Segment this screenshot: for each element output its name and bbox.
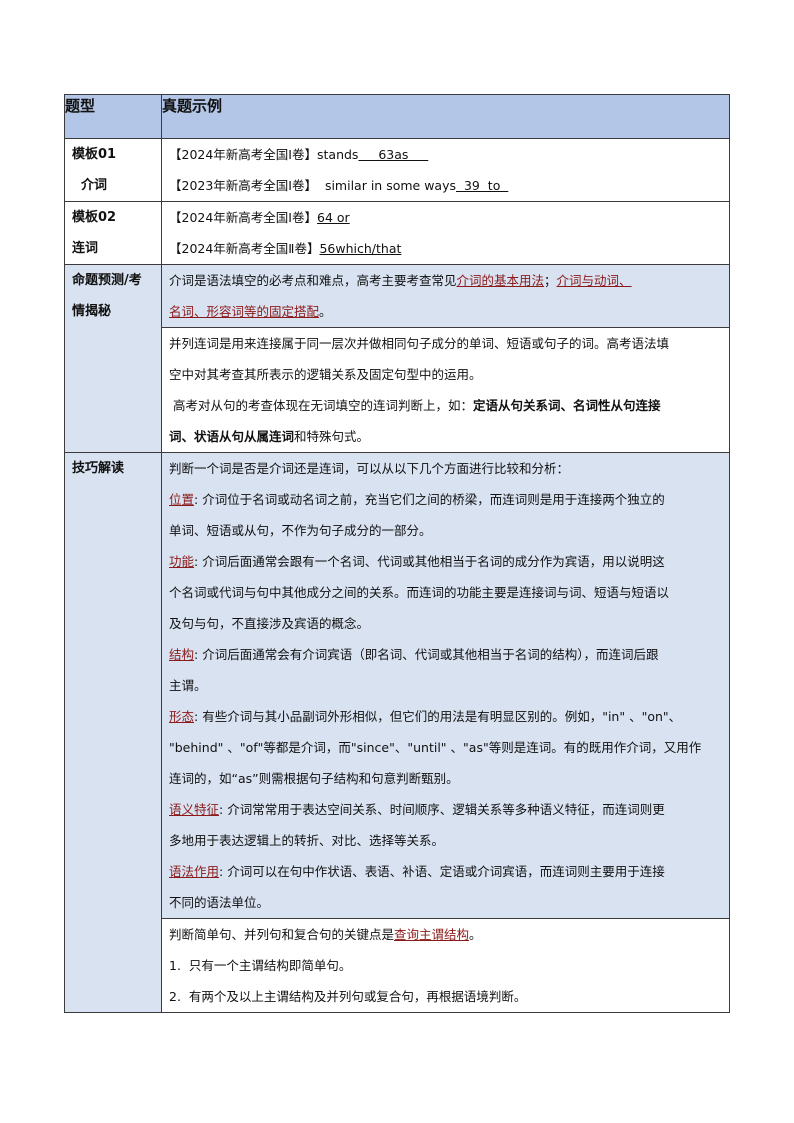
- row6-line-3: 2. 有两个及以上主谓结构及并列句或复合句，再根据语境判断。: [169, 989, 527, 1004]
- row-template-02: 模板02 连词 【2024年新高考全国Ⅰ卷】64 or 【2024年新高考全国Ⅱ…: [64, 201, 730, 265]
- row5-label: 技巧解读: [72, 461, 125, 476]
- row5-morphology-2: "behind" 、"of"等都是介词，而"since"、"until" 、"a…: [169, 740, 702, 755]
- row2-example-2: 【2024年新高考全国Ⅱ卷】56which/that: [169, 241, 402, 256]
- row5-content-cell: 判断一个词是否是介词还是连词，可以从以下几个方面进行比较和分析： 位置: 介词位…: [161, 452, 730, 919]
- row4-content-cell: 并列连词是用来连接属于同一层次并做相同句子成分的单词、短语或句子的词。高考语法填…: [161, 327, 730, 453]
- row3-key-2b: 名词、形容词等的固定搭配: [169, 304, 320, 319]
- row5-structure-1: 结构: 介词后面通常会有介词宾语（即名词、代词或其他相当于名词的结构），而连词后…: [169, 647, 659, 662]
- row4-line-4: 词、状语从句从属连词和特殊句式。: [169, 429, 370, 444]
- row5-position-2: 单词、短语或从句，不作为句子成分的一部分。: [169, 523, 432, 538]
- row3-key-1: 介词的基本用法: [456, 273, 545, 288]
- row5-label-cell: 技巧解读: [64, 452, 162, 1013]
- row5-semantics-1: 语义特征: 介词常常用于表达空间关系、时间顺序、逻辑关系等多种语义特征，而连词则…: [169, 802, 665, 817]
- row1-label-a: 模板01: [72, 147, 117, 162]
- row2-answer-2: 56which/that: [319, 241, 402, 256]
- row2-content-cell: 【2024年新高考全国Ⅰ卷】64 or 【2024年新高考全国Ⅱ卷】56whic…: [161, 201, 730, 265]
- row5-function-3: 及句与句，不直接涉及宾语的概念。: [169, 616, 370, 631]
- row5-grammar-2: 不同的语法单位。: [169, 895, 270, 910]
- row3-line-1: 介词是语法填空的必考点和难点，高考主要考查常见介词的基本用法；介词与动词、: [169, 273, 632, 288]
- row6-line-2: 1. 只有一个主谓结构即简单句。: [169, 958, 352, 973]
- row-prediction-b: 并列连词是用来连接属于同一层次并做相同句子成分的单词、短语或句子的词。高考语法填…: [65, 327, 730, 453]
- row1-example-1: 【2024年新高考全国Ⅰ卷】stands 63as: [169, 147, 429, 162]
- row1-example-2: 【2023年新高考全国Ⅰ卷】 similar in some ways 39 t…: [169, 178, 509, 193]
- row3-label-cell: 命题预测/考 情揭秘: [64, 264, 162, 453]
- row4-line-1: 并列连词是用来连接属于同一层次并做相同句子成分的单词、短语或句子的词。高考语法填: [169, 336, 670, 351]
- row5-position-1: 位置: 介词位于名词或动名词之前，充当它们之间的桥梁，而连词则是用于连接两个独立…: [169, 492, 665, 507]
- header-example: 真题示例: [161, 94, 730, 139]
- row5-morphology-1: 形态: 有些介词与其小品副词外形相似，但它们的用法是有明显区别的。例如，"in"…: [169, 709, 682, 724]
- row-prediction-a: 命题预测/考 情揭秘 介词是语法填空的必考点和难点，高考主要考查常见介词的基本用…: [64, 264, 730, 453]
- key-morphology: 形态: [169, 709, 195, 724]
- row5-function-2: 个名词或代词与句中其他成分之间的关系。而连词的功能主要是连接词与词、短语与短语以: [169, 585, 670, 600]
- header-type: 题型: [64, 94, 162, 139]
- row3-label-a: 命题预测/考: [72, 273, 142, 288]
- row1-answer-2: 39 to: [456, 178, 509, 193]
- row5-structure-2: 主谓。: [169, 678, 207, 693]
- row5-intro: 判断一个词是否是介词还是连词，可以从以下几个方面进行比较和分析：: [169, 461, 570, 476]
- row4-line-2: 空中对其考查其所表示的逻辑关系及固定句型中的运用。: [169, 367, 482, 382]
- row1-label-b: 介词: [81, 178, 108, 193]
- row4-line-3: 高考对从句的考查体现在无词填空的连词判断上，如：定语从句关系词、名词性从句连接: [169, 398, 661, 413]
- row5-grammar-1: 语法作用: 介词可以在句中作状语、表语、补语、定语或介词宾语，而连词则主要用于连…: [169, 864, 665, 879]
- row1-answer-1: 63as: [358, 147, 429, 162]
- row5-function-1: 功能: 介词后面通常会跟有一个名词、代词或其他相当于名词的成分作为宾语，用以说明…: [169, 554, 665, 569]
- row6-key: 查询主谓结构: [394, 927, 470, 942]
- row-techniques-a: 技巧解读 判断一个词是否是介词还是连词，可以从以下几个方面进行比较和分析： 位置…: [64, 452, 730, 1013]
- row5-semantics-2: 多地用于表达逻辑上的转折、对比、选择等关系。: [169, 833, 445, 848]
- row2-label-a: 模板02: [72, 210, 117, 225]
- row-techniques-b: 判断简单句、并列句和复合句的关键点是查询主谓结构。 1. 只有一个主谓结构即简单…: [65, 918, 730, 1013]
- row3-content-cell: 介词是语法填空的必考点和难点，高考主要考查常见介词的基本用法；介词与动词、 名词…: [161, 264, 730, 328]
- row2-answer-1: 64 or: [317, 210, 350, 225]
- row3-label-b: 情揭秘: [72, 304, 112, 319]
- row6-line-1: 判断简单句、并列句和复合句的关键点是查询主谓结构。: [169, 927, 482, 942]
- row2-label-b: 连词: [72, 241, 99, 256]
- row6-content-cell: 判断简单句、并列句和复合句的关键点是查询主谓结构。 1. 只有一个主谓结构即简单…: [161, 918, 730, 1013]
- row2-example-1: 【2024年新高考全国Ⅰ卷】64 or: [169, 210, 350, 225]
- row5-morphology-3: 连词的，如“as”则需根据句子结构和句意判断甄别。: [169, 771, 459, 786]
- row3-line-2: 名词、形容词等的固定搭配。: [169, 304, 332, 319]
- key-semantics: 语义特征: [169, 802, 220, 817]
- template-table: 题型 真题示例 模板01 介词 【2024年新高考全国Ⅰ卷】stands 63a…: [64, 94, 730, 1013]
- key-grammar: 语法作用: [169, 864, 220, 879]
- row-template-01: 模板01 介词 【2024年新高考全国Ⅰ卷】stands 63as 【2023年…: [64, 138, 730, 202]
- key-structure: 结构: [169, 647, 195, 662]
- row2-label-cell: 模板02 连词: [64, 201, 162, 265]
- key-position: 位置: [169, 492, 195, 507]
- key-function: 功能: [169, 554, 195, 569]
- row1-content-cell: 【2024年新高考全国Ⅰ卷】stands 63as 【2023年新高考全国Ⅰ卷】…: [161, 138, 730, 202]
- row3-key-2a: 介词与动词、: [556, 273, 632, 288]
- row1-label-cell: 模板01 介词: [64, 138, 162, 202]
